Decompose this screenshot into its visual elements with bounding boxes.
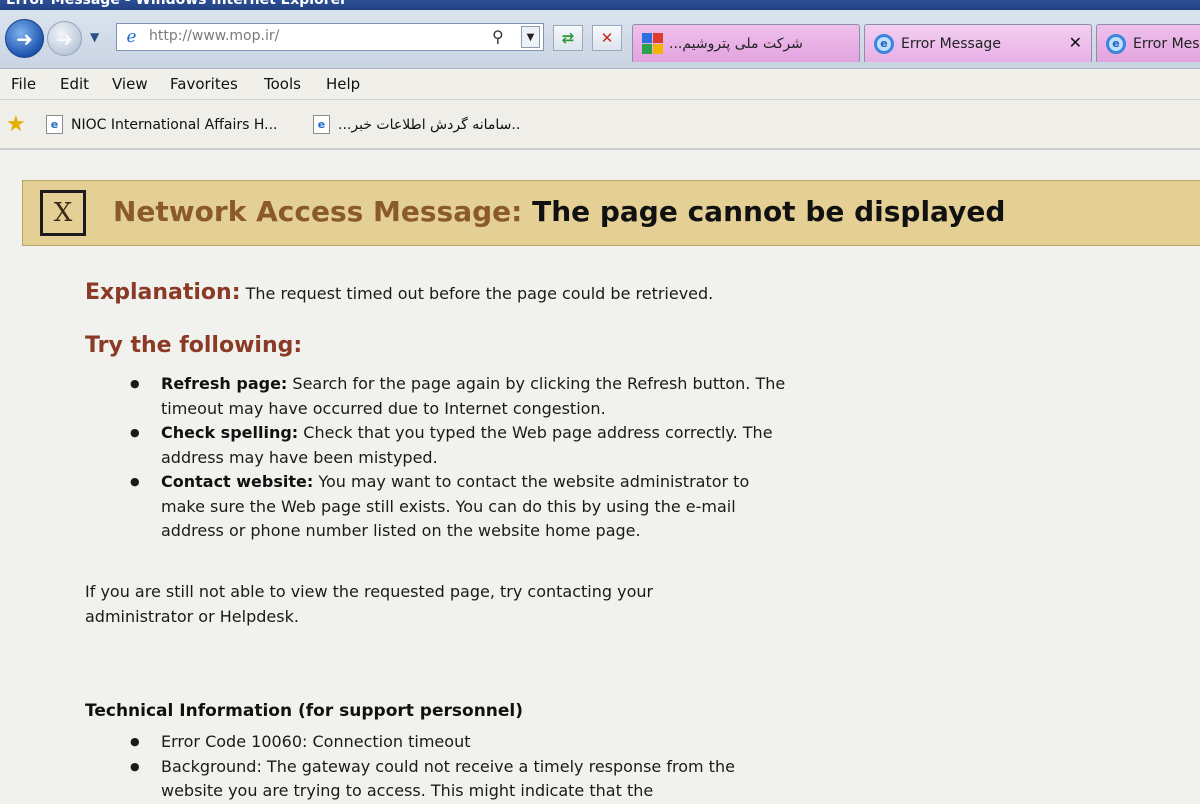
google-icon [641,33,663,55]
list-item: Refresh page: Search for the page again … [130,372,790,421]
list-item: Error Code 10060: Connection timeout [130,730,790,755]
ie-page-icon: e [313,115,330,134]
tip-label: Contact website: [161,472,314,491]
explanation-label: Explanation: [85,280,241,305]
suggestions-list: Refresh page: Search for the page again … [130,372,790,544]
ie-page-icon: e [46,115,63,134]
refresh-icon: ⇄ [561,29,575,47]
menu-edit[interactable]: Edit [60,75,89,93]
stop-button[interactable]: ✕ [592,25,622,51]
window-titlebar: Error Message - Windows Internet Explore… [0,0,1200,10]
address-url[interactable]: http://www.mop.ir/ [149,28,279,44]
favorites-bar: ★ e NIOC International Affairs H... e ..… [0,100,1200,150]
menu-help[interactable]: Help [326,75,360,93]
back-button[interactable]: ➜ [5,19,44,58]
menu-file[interactable]: File [11,75,36,93]
menu-view[interactable]: View [112,75,148,93]
tab-petrochemical[interactable]: ...شرکت ملی پتروشیم [632,24,860,62]
refresh-button[interactable]: ⇄ [553,25,583,51]
forward-arrow-icon: ➜ [56,26,73,51]
address-bar[interactable]: ℯ http://www.mop.ir/ ⚲ ▼ [116,23,544,51]
tip-label: Refresh page: [161,374,288,393]
error-x-icon: X [40,190,86,236]
ie-icon: e [873,33,895,55]
search-icon[interactable]: ⚲ [492,27,504,46]
close-tab-icon[interactable]: ✕ [1069,33,1082,52]
ie-page-icon: ℯ [126,27,137,47]
favorite-label: NIOC International Affairs H... [71,116,278,133]
list-item: Contact website: You may want to contact… [130,470,790,544]
address-dropdown-button[interactable]: ▼ [521,26,540,48]
tab-error-message-2[interactable]: e Error Mes [1096,24,1200,62]
back-arrow-icon: ➜ [16,26,33,51]
helpdesk-note: If you are still not able to view the re… [85,582,654,626]
page-title: Network Access Message: The page cannot … [113,195,1005,228]
recent-pages-dropdown[interactable]: ▼ [90,30,99,44]
banner-title: The page cannot be displayed [532,195,1006,228]
tab-label: ...شرکت ملی پتروشیم [669,35,803,52]
tip-label: Check spelling: [161,423,299,442]
explanation: Explanation: The request timed out befor… [85,280,713,305]
error-banner: X Network Access Message: The page canno… [22,180,1200,246]
menu-bar: File Edit View Favorites Tools Help [0,69,1200,100]
tab-error-message[interactable]: e Error Message ✕ [864,24,1092,62]
ie-icon: e [1105,33,1127,55]
try-heading: Try the following: [85,333,303,358]
list-item: Background: The gateway could not receiv… [130,755,790,804]
menu-tools[interactable]: Tools [264,75,301,93]
favorite-nioc[interactable]: e NIOC International Affairs H... [46,115,277,134]
page-content: X Network Access Message: The page canno… [0,150,1200,800]
technical-heading: Technical Information (for support perso… [85,701,524,721]
forward-button[interactable]: ➜ [47,21,82,56]
window-title: Error Message - Windows Internet Explore… [6,0,348,8]
technical-list: Error Code 10060: Connection timeout Bac… [130,730,790,804]
favorite-news-system[interactable]: e ...سامانه گردش اطلاعات خبر.. [313,115,520,134]
menu-favorites[interactable]: Favorites [170,75,238,93]
tab-label: Error Mes [1133,35,1200,52]
explanation-text: The request timed out before the page co… [245,284,714,303]
favorite-label: ...سامانه گردش اطلاعات خبر.. [338,116,521,133]
favorites-star-icon[interactable]: ★ [6,112,26,137]
list-item: Check spelling: Check that you typed the… [130,421,790,470]
tab-label: Error Message [901,35,1001,52]
navigation-bar: ➜ ➜ ▼ ℯ http://www.mop.ir/ ⚲ ▼ ⇄ ✕ ...شر… [0,10,1200,69]
banner-lead: Network Access Message: [113,195,523,228]
stop-icon: ✕ [600,29,614,47]
